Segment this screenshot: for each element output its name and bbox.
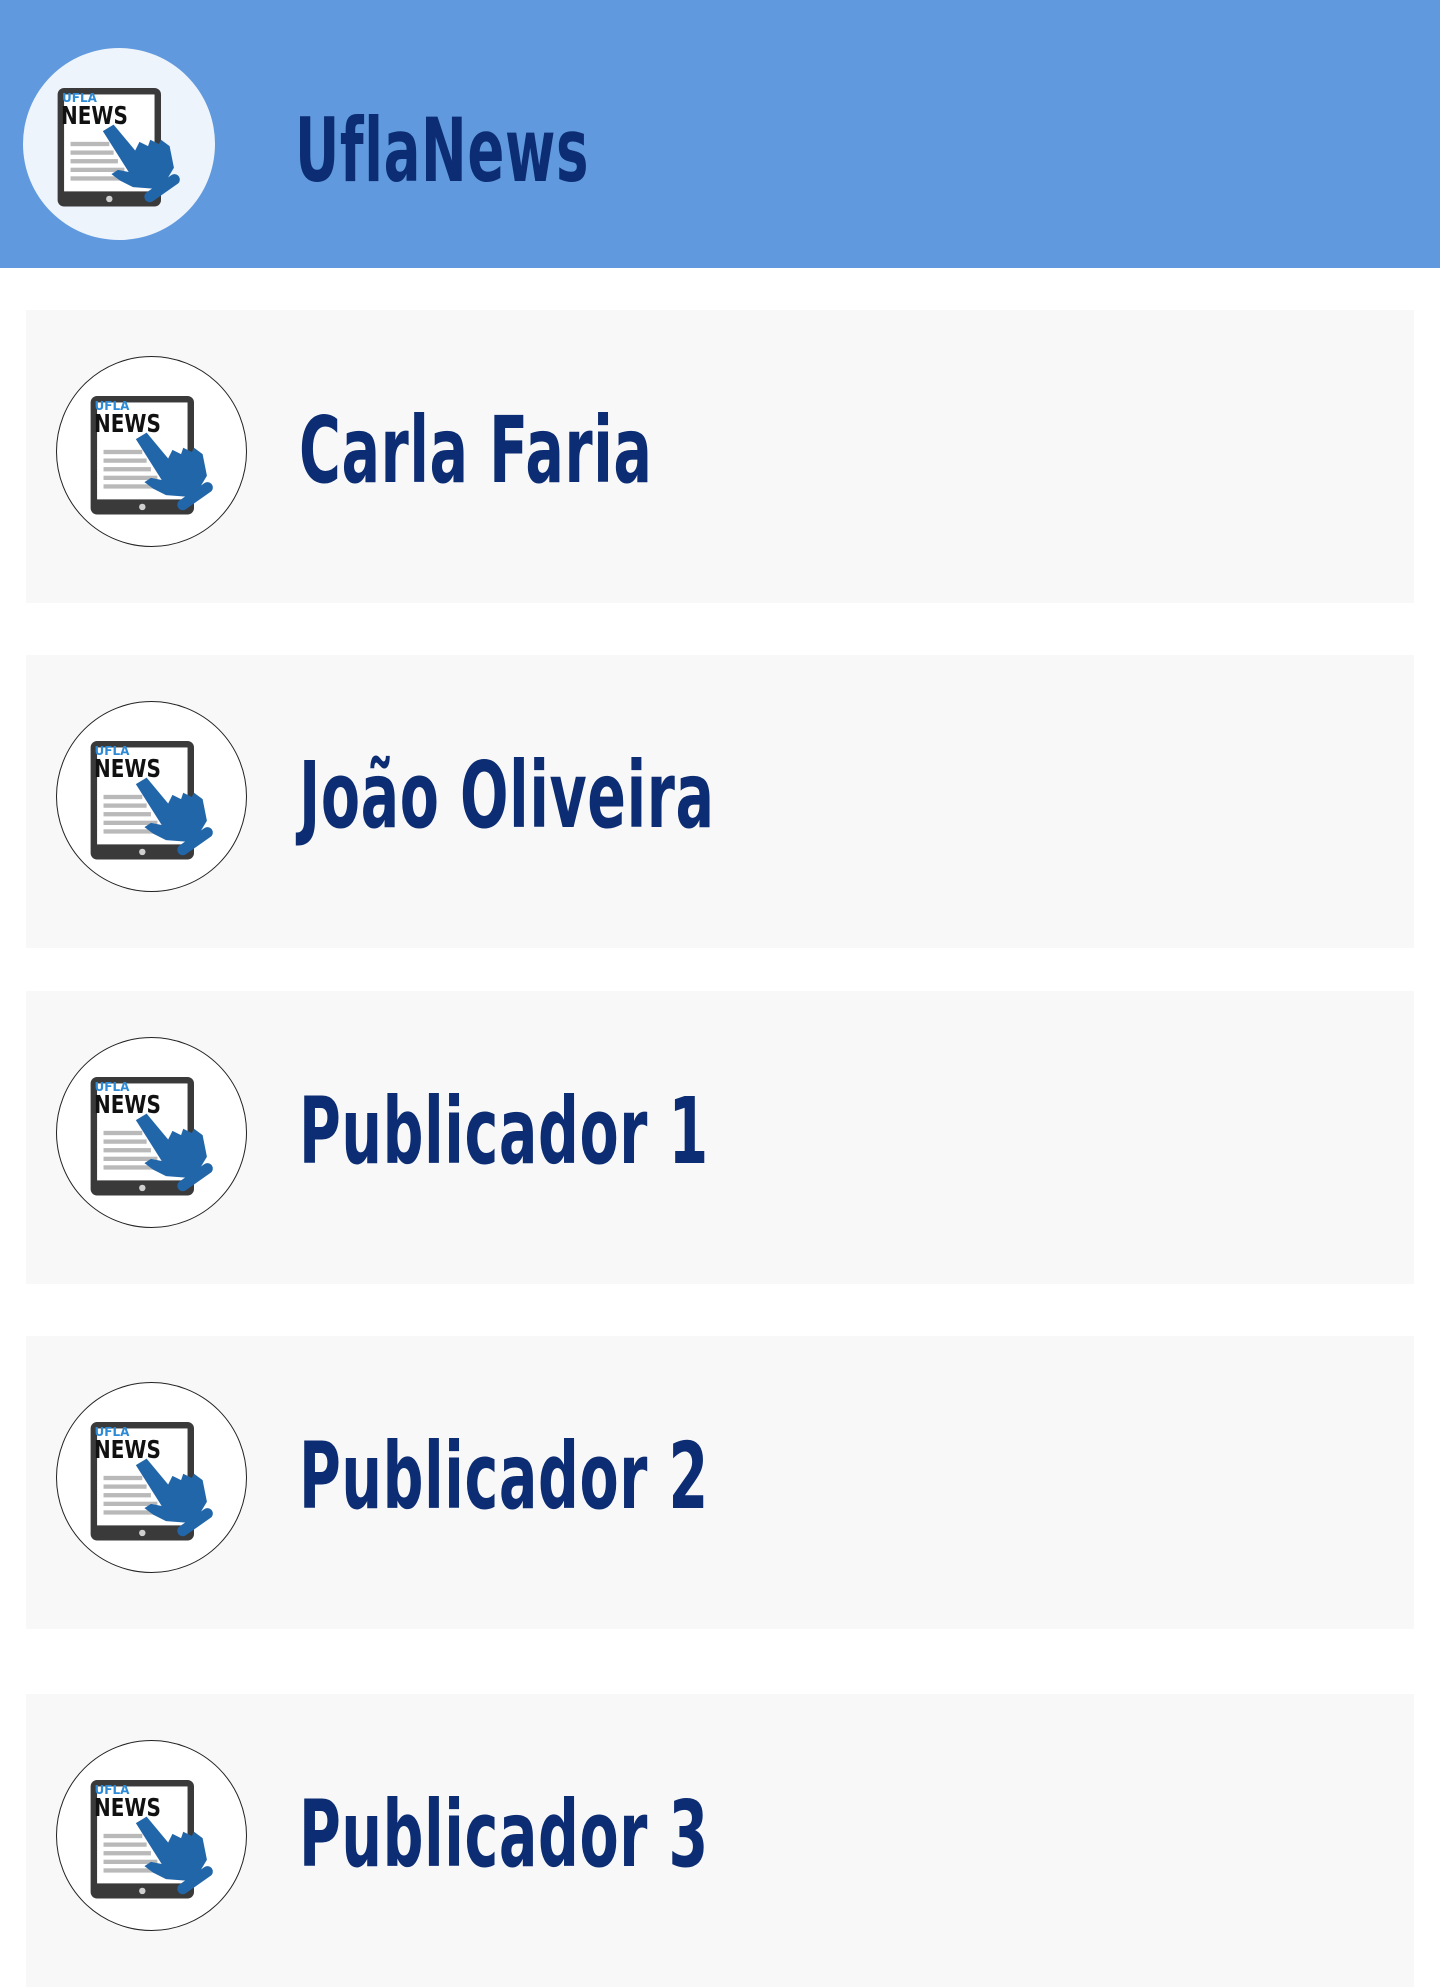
list-item-publisher[interactable]: UFLA NEWS Publicador 1 [26, 991, 1414, 1284]
news-tablet-pointer-icon: UFLA NEWS [82, 1413, 222, 1543]
publisher-name: Carla Faria [299, 397, 653, 504]
avatar: UFLA NEWS [56, 1740, 247, 1931]
logo-text-big: NEWS [93, 1089, 161, 1119]
list-item-publisher[interactable]: UFLA NEWS João Oliveira [26, 655, 1414, 948]
logo-text-big: NEWS [93, 1434, 161, 1464]
logo-text-big: NEWS [61, 101, 128, 130]
publisher-name: João Oliveira [299, 742, 715, 849]
logo-text-big: NEWS [93, 408, 161, 438]
avatar: UFLA NEWS [56, 701, 247, 892]
list-item-publisher[interactable]: UFLA NEWS Publicador 2 [26, 1336, 1414, 1629]
publisher-name: Publicador 3 [299, 1781, 709, 1888]
news-tablet-pointer-icon: UFLA NEWS [82, 1771, 222, 1901]
list-item-publisher[interactable]: UFLA NEWS Publicador 3 [26, 1694, 1414, 1987]
avatar: UFLA NEWS [56, 1037, 247, 1228]
publisher-name: Publicador 2 [299, 1423, 709, 1530]
publisher-name: Publicador 1 [299, 1078, 709, 1185]
app-header: UFLA NEWS UflaNews [0, 0, 1440, 268]
app-logo: UFLA NEWS [23, 48, 215, 240]
news-tablet-pointer-icon: UFLA NEWS [82, 732, 222, 862]
logo-text-big: NEWS [93, 1792, 161, 1822]
avatar: UFLA NEWS [56, 1382, 247, 1573]
list-item-publisher[interactable]: UFLA NEWS Carla Faria [26, 310, 1414, 603]
news-tablet-pointer-icon: UFLA NEWS [82, 1068, 222, 1198]
app-title: UflaNews [295, 99, 590, 202]
avatar: UFLA NEWS [56, 356, 247, 547]
logo-text-big: NEWS [93, 753, 161, 783]
news-tablet-pointer-icon: UFLA NEWS [49, 79, 189, 209]
news-tablet-pointer-icon: UFLA NEWS [82, 387, 222, 517]
